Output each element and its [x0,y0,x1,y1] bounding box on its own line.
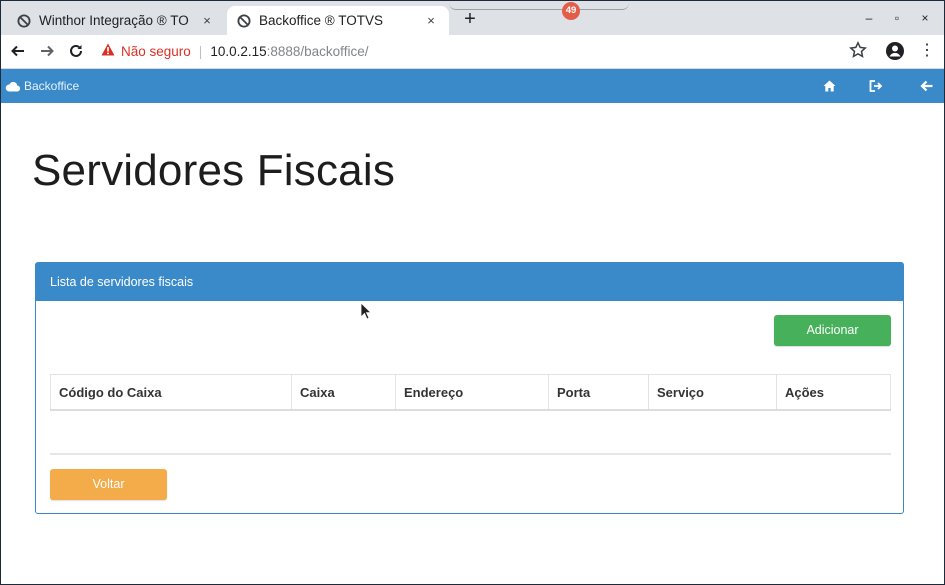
column-header-caixa[interactable]: Caixa [291,374,396,411]
bookmark-star-icon[interactable] [849,41,869,61]
brand-link[interactable]: Backoffice [5,69,79,103]
tab-close-icon[interactable]: × [199,13,215,28]
site-favicon-icon [17,14,31,28]
cloud-icon [5,81,20,92]
column-header-endereco[interactable]: Endereço [395,374,549,411]
panel-heading: Lista de servidores fiscais [36,263,903,301]
browser-menu-icon[interactable]: ⋮ [919,41,935,61]
table-header-row: Código do Caixa Caixa Endereço Porta Ser… [50,374,891,411]
notification-badge: 49 [562,2,580,20]
reload-icon [70,44,82,57]
browser-toolbar: Não seguro | 10.0.2.15 :8888/backoffice/… [1,35,944,69]
tab-title: Backoffice ® TOTVS [259,13,383,28]
warning-triangle-icon [101,43,115,59]
tab-title: Winthor Integração ® TO [39,13,189,28]
brand-label: Backoffice [24,79,80,93]
home-icon[interactable] [821,78,837,94]
add-button[interactable]: Adicionar [774,315,891,346]
column-header-porta[interactable]: Porta [548,374,649,411]
app-navbar: Backoffice [1,69,944,103]
back-button[interactable] [7,40,29,62]
url-host: 10.0.2.15 [210,43,267,59]
close-window-button[interactable]: × [914,9,936,27]
profile-avatar-icon[interactable] [885,41,905,61]
column-header-codigo-caixa[interactable]: Código do Caixa [50,374,292,411]
url-path: :8888/backoffice/ [266,43,369,59]
site-favicon-icon [237,14,251,28]
security-label: Não seguro [121,43,191,59]
servers-table: Código do Caixa Caixa Endereço Porta Ser… [50,374,891,411]
address-bar[interactable]: Não seguro | 10.0.2.15 :8888/backoffice/ [101,40,841,62]
browser-tab-strip: Winthor Integração ® TO × Backoffice ® T… [1,1,944,35]
arrow-right-icon [41,45,54,57]
back-arrow-icon[interactable] [918,78,934,94]
tab-backoffice[interactable]: Backoffice ® TOTVS × [227,6,449,35]
column-header-acoes[interactable]: Ações [776,374,891,411]
servers-panel: Lista de servidores fiscais Adicionar Có… [35,262,904,514]
address-separator: | [198,43,203,59]
minimize-button[interactable]: – [858,9,880,27]
page-title: Servidores Fiscais [32,146,396,195]
window-controls: – ▫ × [858,9,936,27]
back-button-voltar[interactable]: Voltar [50,469,167,500]
tab-close-icon[interactable]: × [423,13,439,28]
mouse-cursor-icon [360,302,372,325]
tab-winthor[interactable]: Winthor Integração ® TO × [7,6,225,35]
maximize-button[interactable]: ▫ [886,9,908,27]
reload-button[interactable] [65,40,87,62]
table-bottom-divider [50,453,891,455]
logout-icon[interactable] [868,78,884,94]
screen-share-handle[interactable] [449,3,629,10]
arrow-left-icon [11,45,24,57]
forward-button[interactable] [36,40,58,62]
new-tab-button[interactable]: + [459,8,481,30]
column-header-servico[interactable]: Serviço [648,374,777,411]
